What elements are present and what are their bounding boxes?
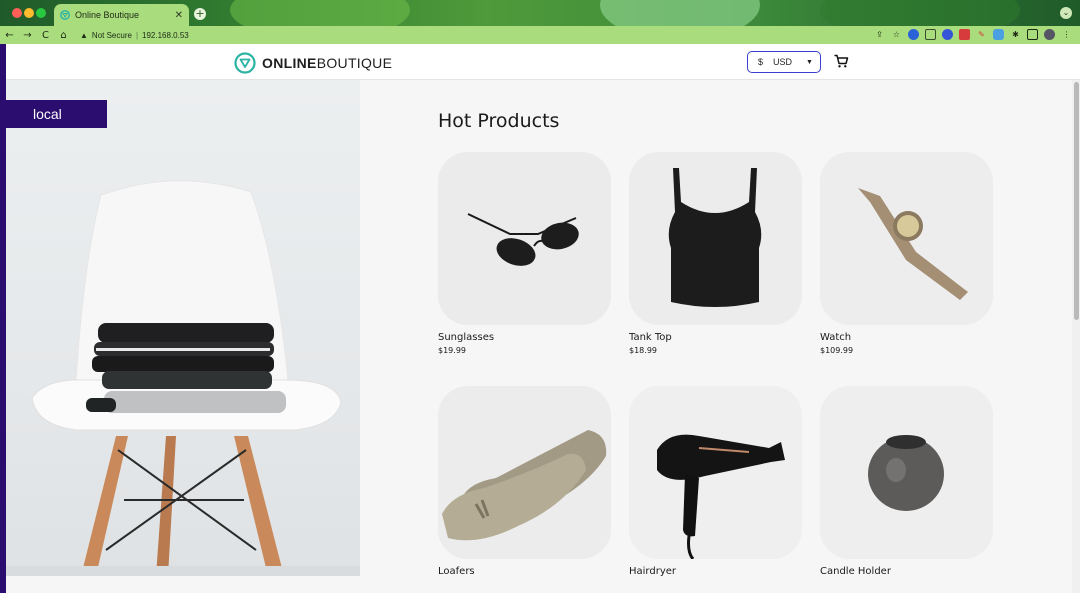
- extension-icon[interactable]: [993, 29, 1004, 40]
- hairdryer-image: [629, 386, 802, 559]
- sunglasses-image: [438, 152, 611, 325]
- product-card-watch[interactable]: Watch $109.99: [820, 152, 993, 355]
- window-close-button[interactable]: [12, 8, 22, 18]
- warning-icon[interactable]: ▲: [80, 31, 88, 40]
- caret-down-icon: ▼: [806, 58, 813, 66]
- section-title: Hot Products: [438, 110, 560, 132]
- extension-icon[interactable]: [959, 29, 970, 40]
- product-card-loafers[interactable]: Loafers: [438, 386, 611, 577]
- forward-arrow-icon[interactable]: →: [19, 30, 36, 41]
- environment-badge: local: [0, 100, 107, 128]
- candle-holder-image: [820, 386, 993, 559]
- logo-icon: [234, 52, 256, 74]
- tab-close-icon[interactable]: ✕: [175, 10, 183, 21]
- watch-image: [820, 152, 993, 325]
- product-price: $19.99: [438, 346, 466, 355]
- extension-icon[interactable]: [908, 29, 919, 40]
- scrollbar-thumb[interactable]: [1074, 82, 1079, 320]
- site-header: [0, 44, 1080, 80]
- browser-toolbar-extensions: ⇪ ☆ ✎ ✱ ⋮: [874, 29, 1072, 40]
- extension-icon[interactable]: [942, 29, 953, 40]
- product-image[interactable]: [438, 386, 611, 559]
- extension-icon[interactable]: [925, 29, 936, 40]
- product-name[interactable]: Tank Top: [629, 332, 802, 343]
- window-minimize-button[interactable]: [24, 8, 34, 18]
- loafers-image: [438, 386, 611, 559]
- chair-illustration: [6, 180, 360, 576]
- url-field[interactable]: ▲ Not Secure | 192.168.0.53: [80, 31, 189, 40]
- product-price: $18.99: [629, 346, 657, 355]
- shopping-cart-icon[interactable]: [833, 53, 849, 69]
- site-favicon-icon: [60, 10, 70, 20]
- url-separator: |: [135, 30, 139, 40]
- logo-text-light: BOUTIQUE: [316, 55, 393, 71]
- hero-image: [6, 80, 360, 576]
- logo-text-bold: ONLINE: [262, 55, 317, 71]
- reload-icon[interactable]: C: [37, 30, 54, 41]
- product-name[interactable]: Loafers: [438, 566, 611, 577]
- sidebar-icon[interactable]: [1027, 29, 1038, 40]
- security-label[interactable]: Not Secure: [92, 31, 132, 40]
- logo-text: ONLINEBOUTIQUE: [262, 55, 392, 71]
- product-name[interactable]: Hairdryer: [629, 566, 802, 577]
- home-icon[interactable]: ⌂: [55, 30, 72, 41]
- tank-top-image: [629, 152, 802, 325]
- currency-symbol: $: [758, 57, 764, 67]
- share-icon[interactable]: ⇪: [874, 29, 885, 40]
- tab-title: Online Boutique: [75, 10, 140, 20]
- new-tab-button[interactable]: +: [194, 8, 206, 20]
- product-card-tank-top[interactable]: Tank Top $18.99: [629, 152, 802, 355]
- star-icon[interactable]: ☆: [891, 29, 902, 40]
- product-card-candle-holder[interactable]: Candle Holder: [820, 386, 993, 577]
- wallpaper-decoration: [820, 0, 1020, 26]
- tab-search-chevron-icon[interactable]: ⌄: [1060, 7, 1072, 19]
- currency-code: USD: [773, 57, 793, 67]
- browser-address-bar: ← → C ⌂ ▲ Not Secure | 192.168.0.53 ⇪ ☆ …: [0, 26, 1080, 44]
- site-logo[interactable]: ONLINEBOUTIQUE: [234, 52, 392, 74]
- product-name[interactable]: Candle Holder: [820, 566, 993, 577]
- product-image[interactable]: [820, 152, 993, 325]
- browser-tab[interactable]: Online Boutique ✕: [54, 4, 189, 26]
- url-text[interactable]: 192.168.0.53: [142, 31, 189, 40]
- hero-bottom-gap: [6, 576, 360, 593]
- back-arrow-icon[interactable]: ←: [1, 30, 18, 41]
- menu-icon[interactable]: ⋮: [1061, 29, 1072, 40]
- product-name[interactable]: Watch: [820, 332, 993, 343]
- product-image[interactable]: [629, 386, 802, 559]
- wallpaper-decoration: [600, 0, 760, 26]
- product-image[interactable]: [438, 152, 611, 325]
- product-price: $109.99: [820, 346, 854, 355]
- extension-icon[interactable]: ✎: [976, 29, 987, 40]
- currency-selector[interactable]: $ USD ▼: [747, 51, 821, 73]
- product-card-hairdryer[interactable]: Hairdryer: [629, 386, 802, 577]
- product-card-sunglasses[interactable]: Sunglasses $19.99: [438, 152, 611, 355]
- puzzle-icon[interactable]: ✱: [1010, 29, 1021, 40]
- product-image[interactable]: [629, 152, 802, 325]
- wallpaper-decoration: [230, 0, 410, 26]
- browser-tab-bar: Online Boutique ✕ + ⌄: [0, 0, 1080, 26]
- product-name[interactable]: Sunglasses: [438, 332, 611, 343]
- product-image[interactable]: [820, 386, 993, 559]
- avatar[interactable]: [1044, 29, 1055, 40]
- window-zoom-button[interactable]: [36, 8, 46, 18]
